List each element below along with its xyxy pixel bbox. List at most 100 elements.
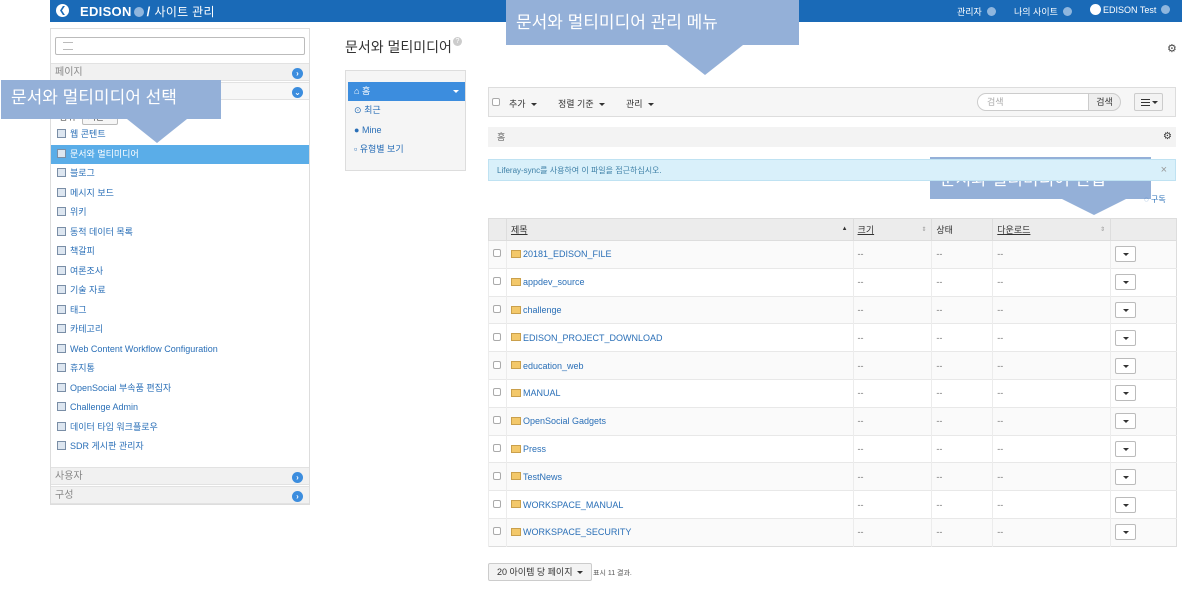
breadcrumb: 홈 ⚙ — [488, 127, 1176, 147]
sidebar-item-wiki[interactable]: 위키 — [51, 203, 309, 222]
size-cell: -- — [852, 406, 932, 436]
row-checkbox[interactable] — [493, 388, 501, 397]
admin-menu[interactable]: 관리자 — [957, 5, 996, 18]
my-sites-menu[interactable]: 나의 사이트 — [1014, 5, 1072, 18]
column-size[interactable]: 크기 ⇕ — [852, 218, 933, 241]
sidebar-section-config[interactable]: 구성 › — [51, 486, 309, 504]
chevron-down-icon — [986, 7, 996, 17]
select-all-checkbox[interactable] — [492, 98, 500, 106]
subscribe-link[interactable]: ◌ 구독 — [1144, 194, 1166, 205]
search-input[interactable]: 검색 — [977, 93, 1089, 111]
row-checkbox[interactable] — [493, 416, 501, 425]
folder-name-link[interactable]: WORKSPACE_MANUAL — [523, 500, 623, 510]
folder-icon — [510, 389, 521, 397]
items-per-page-button[interactable]: 20 아이템 당 페이지 — [488, 563, 593, 581]
folder-name-link[interactable]: WORKSPACE_SECURITY — [523, 527, 631, 537]
nav-recent[interactable]: ⊙ 최근 — [348, 101, 465, 120]
sort-icon: ⇕ — [921, 227, 927, 233]
row-actions-button[interactable] — [1115, 329, 1137, 346]
folder-icon — [510, 250, 521, 259]
row-actions-button[interactable] — [1115, 301, 1137, 318]
row-checkbox[interactable] — [493, 499, 501, 508]
row-checkbox[interactable] — [493, 443, 501, 452]
sidebar-item-data-type-workflow[interactable]: 데이터 타입 워크플로우 — [51, 418, 309, 437]
user-menu[interactable]: EDISON Test — [1090, 4, 1171, 16]
callout-select-documents: 문서와 멀티미디어 선택 — [1, 80, 221, 119]
nav-mine[interactable]: ● Mine — [348, 121, 465, 140]
sidebar-item-categories[interactable]: 카테고리 — [51, 320, 309, 339]
row-checkbox[interactable] — [493, 249, 501, 258]
trash-icon — [57, 363, 66, 373]
sidebar-item-dynamic-data[interactable]: 동적 데이터 목록 — [51, 223, 309, 242]
size-cell: -- — [852, 378, 932, 408]
manage-menu[interactable]: 관리 — [626, 97, 654, 110]
chevron-down-icon[interactable] — [133, 6, 144, 17]
workflow-config-icon — [57, 344, 66, 354]
folder-icon — [510, 305, 521, 314]
row-actions-button[interactable] — [1115, 524, 1137, 541]
gear-icon[interactable]: ⚙ — [1167, 42, 1177, 55]
folder-name-link[interactable]: challenge — [523, 305, 562, 315]
size-cell: -- — [852, 462, 932, 491]
back-arrow-icon[interactable]: ❮ — [56, 4, 69, 17]
search-button[interactable]: 검색 — [1088, 93, 1121, 111]
sidebar-item-opensocial[interactable]: OpenSocial 부속품 편집자 — [51, 379, 309, 398]
sidebar-item-sdr-board[interactable]: SDR 게시판 관리자 — [51, 437, 309, 456]
row-checkbox[interactable] — [493, 277, 501, 286]
row-actions-button[interactable] — [1115, 385, 1137, 402]
folder-icon — [510, 416, 521, 425]
folder-name-link[interactable]: 20181_EDISON_FILE — [523, 249, 612, 259]
folder-name-link[interactable]: education_web — [523, 361, 584, 371]
column-downloads[interactable]: 다운로드 ⇕ — [992, 218, 1112, 241]
sidebar-item-polls[interactable]: 여론조사 — [51, 262, 309, 281]
sidebar-section-users[interactable]: 사용자 › — [51, 467, 309, 485]
folder-name-link[interactable]: EDISON_PROJECT_DOWNLOAD — [523, 333, 663, 343]
row-actions-button[interactable] — [1115, 246, 1137, 263]
gear-icon[interactable]: ⚙ — [1163, 127, 1172, 147]
row-checkbox[interactable] — [493, 304, 501, 313]
status-cell: -- — [931, 267, 993, 297]
sidebar-item-bookmarks[interactable]: 책갈피 — [51, 242, 309, 261]
document-icon: ▫ — [354, 144, 358, 154]
row-checkbox[interactable] — [493, 332, 501, 341]
row-checkbox[interactable] — [493, 527, 501, 536]
sidebar-item-documents[interactable]: 문서와 멀티미디어 — [51, 145, 309, 164]
site-title[interactable]: EDISON / 사이트 관리 — [80, 3, 215, 20]
status-cell: -- — [931, 351, 993, 380]
sidebar-item-message-board[interactable]: 메시지 보드 — [51, 184, 309, 203]
sidebar-item-workflow-config[interactable]: Web Content Workflow Configuration — [51, 340, 309, 359]
status-cell: -- — [931, 434, 993, 463]
row-actions-button[interactable] — [1115, 413, 1137, 430]
sidebar-section-pages[interactable]: 페이지 › — [51, 63, 309, 81]
add-menu[interactable]: 추가 — [509, 97, 537, 110]
sidebar-item-trash[interactable]: 휴지통 — [51, 359, 309, 378]
folder-name-link[interactable]: MANUAL — [523, 388, 561, 398]
status-cell: -- — [931, 490, 993, 519]
row-actions-button[interactable] — [1115, 357, 1137, 374]
sidebar-item-challenge-admin[interactable]: Challenge Admin — [51, 398, 309, 417]
folder-name-link[interactable]: appdev_source — [523, 277, 585, 287]
row-actions-button[interactable] — [1115, 468, 1137, 485]
tags-icon — [57, 305, 66, 315]
help-icon[interactable]: ? — [452, 37, 462, 46]
row-checkbox[interactable] — [493, 471, 501, 480]
row-checkbox[interactable] — [493, 360, 501, 369]
sidebar-search-input[interactable] — [55, 37, 305, 55]
folder-icon — [510, 333, 521, 342]
sidebar-item-knowledge-base[interactable]: 기술 자료 — [51, 281, 309, 300]
sidebar-item-blog[interactable]: 블로그 — [51, 164, 309, 183]
folder-name-link[interactable]: Press — [523, 444, 546, 454]
sdr-board-icon — [57, 441, 66, 451]
display-style-button[interactable] — [1134, 93, 1163, 111]
sort-menu[interactable]: 정렬 기준 — [558, 97, 605, 110]
nav-home[interactable]: ⌂ 홈 — [348, 82, 465, 101]
close-icon[interactable]: × — [1161, 160, 1167, 181]
row-actions-button[interactable] — [1115, 274, 1137, 291]
row-actions-button[interactable] — [1115, 496, 1137, 513]
folder-name-link[interactable]: OpenSocial Gadgets — [523, 416, 606, 426]
column-title[interactable]: 제목 ▲ — [505, 218, 854, 241]
row-actions-button[interactable] — [1115, 440, 1137, 457]
nav-document-types[interactable]: ▫ 유형별 보기 — [348, 140, 465, 159]
folder-name-link[interactable]: TestNews — [523, 472, 562, 482]
sidebar-item-tags[interactable]: 태그 — [51, 301, 309, 320]
